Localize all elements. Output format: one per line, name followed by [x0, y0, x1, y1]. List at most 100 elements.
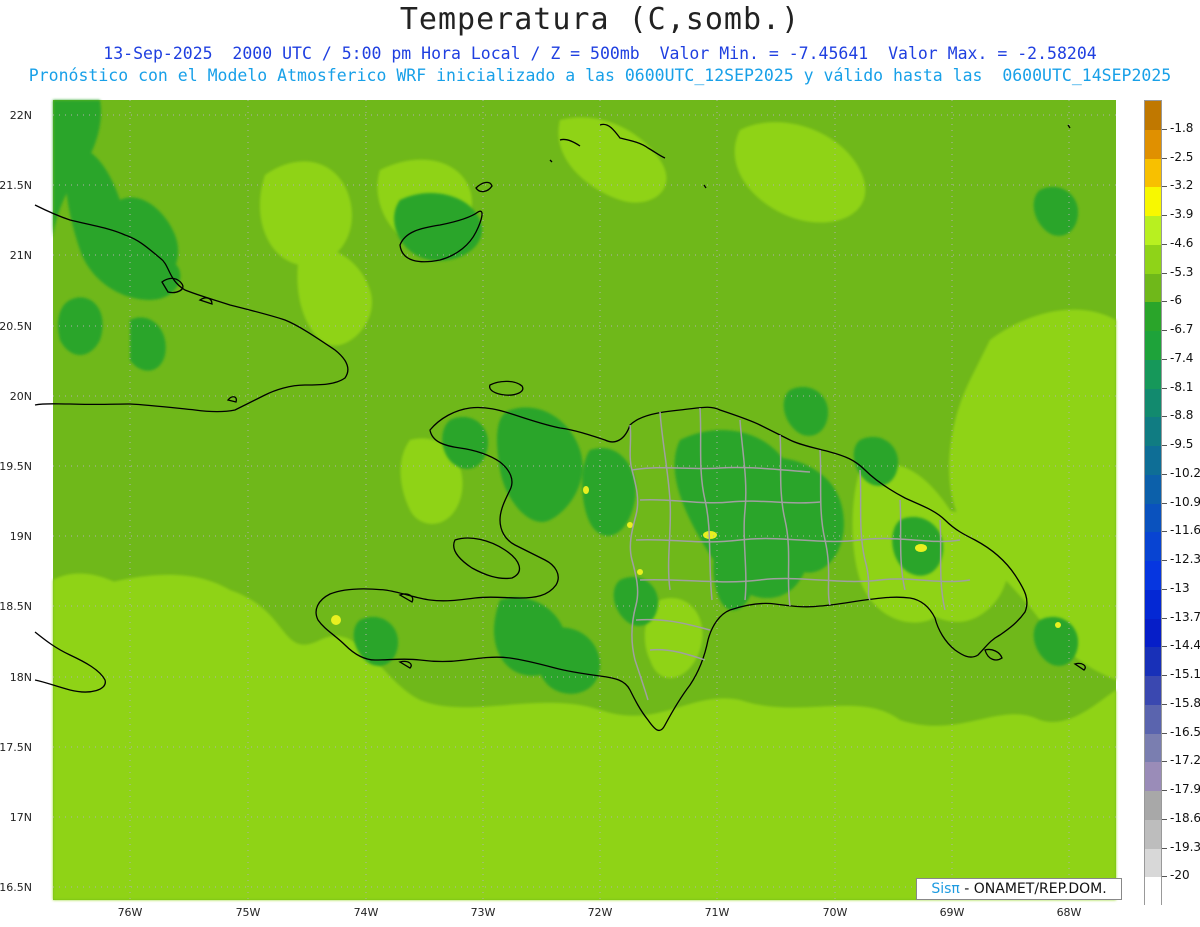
colorbar-tick: [1162, 732, 1167, 734]
colorbar-label: -12.3: [1170, 552, 1200, 566]
colorbar-label: -2.5: [1170, 149, 1194, 164]
colorbar-tick: [1162, 617, 1167, 619]
colorbar-label: -17.9: [1170, 782, 1200, 796]
colorbar-label: -8.1: [1170, 379, 1194, 394]
colorbar-tick: [1162, 646, 1167, 648]
colorbar-tick: [1162, 790, 1167, 791]
colorbar-label: -11.6: [1170, 523, 1200, 538]
colorbar-segment: [1145, 244, 1161, 274]
colorbar-tick: [1162, 215, 1167, 216]
colorbar-segment: [1145, 704, 1161, 734]
colorbar-segment: [1145, 819, 1161, 849]
lon-label: 76W: [117, 906, 143, 919]
colorbar-tick: [1162, 703, 1167, 705]
colorbar-tick: [1162, 301, 1167, 303]
lat-label: 20.5N: [0, 320, 32, 333]
colorbar-tick: [1162, 358, 1167, 360]
colorbar-tick: [1162, 675, 1167, 676]
colorbar: [1144, 100, 1162, 907]
colorbar-label: -1.8: [1170, 120, 1194, 135]
colorbar-tick: [1162, 588, 1167, 590]
colorbar-segment: [1145, 129, 1161, 159]
colorbar-tick: [1162, 186, 1167, 188]
lon-label: 74W: [353, 906, 379, 919]
colorbar-tick: [1162, 818, 1167, 820]
lat-label: 19.5N: [0, 460, 32, 473]
colorbar-label: -3.9: [1170, 207, 1194, 221]
colorbar-label: -13.7: [1170, 609, 1200, 624]
lat-label: 22N: [9, 109, 32, 122]
colorbar-label: -6.7: [1170, 322, 1194, 336]
lat-label: 17.5N: [0, 741, 32, 754]
colorbar-segment: [1145, 877, 1161, 907]
colorbar-tick: [1162, 272, 1167, 274]
colorbar-segment: [1145, 762, 1161, 792]
colorbar-segment: [1145, 733, 1161, 763]
colorbar-label: -10.9: [1170, 494, 1200, 509]
colorbar-segment: [1145, 388, 1161, 418]
colorbar-segment: [1145, 359, 1161, 389]
colorbar-tick: [1162, 847, 1167, 849]
colorbar-segment: [1145, 561, 1161, 591]
colorbar-segment: [1145, 158, 1161, 188]
colorbar-label: -8.8: [1170, 408, 1194, 423]
colorbar-label: -17.2: [1170, 753, 1200, 768]
lat-label: 18.5N: [0, 600, 32, 613]
colorbar-label: -13: [1170, 580, 1190, 595]
forecast-info-line: 13-Sep-2025 2000 UTC / 5:00 pm Hora Loca…: [103, 44, 1097, 63]
lon-label: 75W: [235, 906, 261, 919]
lat-label: 21N: [9, 249, 32, 262]
colorbar-segment: [1145, 647, 1161, 677]
colorbar-tick: [1162, 761, 1167, 763]
colorbar-tick: [1162, 387, 1167, 389]
colorbar-tick: [1162, 157, 1167, 159]
lon-label: 73W: [470, 906, 496, 919]
credit-brand: Sisπ: [931, 881, 960, 897]
colorbar-segment: [1145, 187, 1161, 217]
lon-label: 68W: [1056, 906, 1082, 919]
colorbar-segment: [1145, 216, 1161, 246]
colorbar-label: -15.1: [1170, 667, 1200, 681]
colorbar-segment: [1145, 273, 1161, 303]
colorbar-tick: [1162, 531, 1167, 533]
lon-label: 70W: [822, 906, 848, 919]
colorbar-label: -16.5: [1170, 724, 1200, 739]
colorbar-segment: [1145, 101, 1161, 131]
colorbar-label: -5.3: [1170, 264, 1194, 279]
colorbar-segment: [1145, 446, 1161, 476]
lat-label: 20N: [9, 390, 32, 403]
chart-title: Temperatura (C,somb.): [399, 2, 801, 37]
colorbar-label: -6: [1170, 293, 1182, 308]
colorbar-segment: [1145, 589, 1161, 619]
colorbar-label: -15.8: [1170, 695, 1200, 710]
colorbar-tick: [1162, 243, 1167, 245]
colorbar-label: -4.6: [1170, 235, 1194, 250]
colorbar-segment: [1145, 331, 1161, 361]
weather-map: [34, 100, 1116, 900]
colorbar-segment: [1145, 791, 1161, 821]
colorbar-tick: [1162, 416, 1167, 418]
colorbar-tick: [1162, 876, 1167, 878]
colorbar-segment: [1145, 532, 1161, 562]
colorbar-label: -14.4: [1170, 638, 1200, 653]
colorbar-segment: [1145, 676, 1161, 706]
lat-label: 16.5N: [0, 881, 32, 894]
colorbar-label: -20: [1170, 868, 1190, 883]
colorbar-tick: [1162, 445, 1167, 446]
colorbar-tick: [1162, 560, 1167, 561]
colorbar-segment: [1145, 618, 1161, 648]
lon-label: 72W: [587, 906, 613, 919]
colorbar-label: -3.2: [1170, 178, 1194, 193]
colorbar-segment: [1145, 474, 1161, 504]
colorbar-tick: [1162, 330, 1167, 331]
colorbar-tick: [1162, 502, 1167, 504]
lat-label: 17N: [9, 811, 32, 824]
colorbar-segment: [1145, 848, 1161, 878]
credit-text: - ONAMET/REP.DOM.: [959, 881, 1107, 897]
colorbar-label: -9.5: [1170, 437, 1194, 451]
lon-label: 69W: [939, 906, 965, 919]
colorbar-segment: [1145, 417, 1161, 447]
model-info-line: Pronóstico con el Modelo Atmosferico WRF…: [28, 66, 1172, 85]
lat-label: 19N: [9, 530, 32, 543]
colorbar-label: -18.6: [1170, 810, 1200, 825]
